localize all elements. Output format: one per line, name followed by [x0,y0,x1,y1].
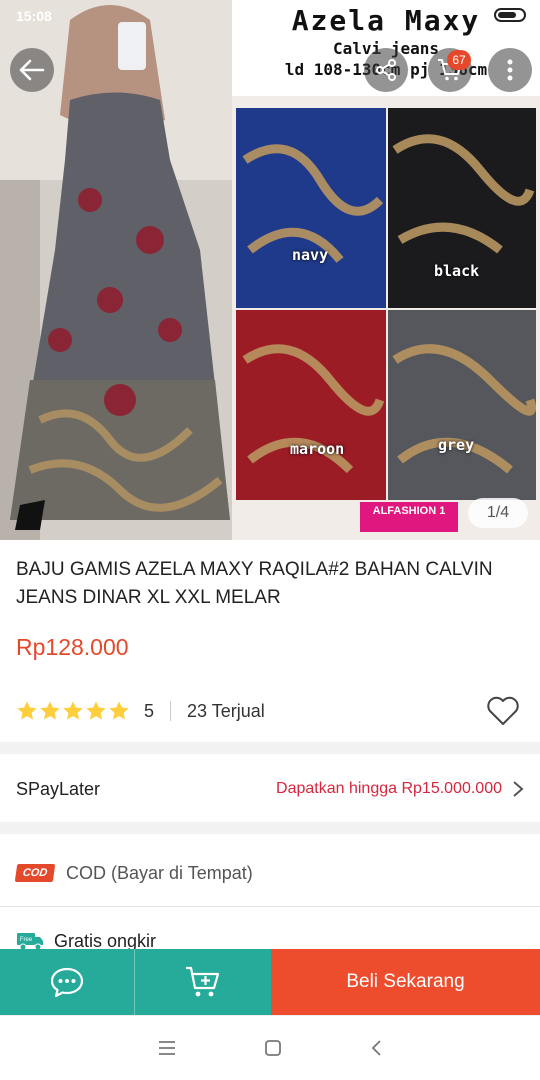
section-divider [0,822,540,834]
caption-title: Azela Maxy [291,4,481,37]
system-navigation-bar [0,1015,540,1080]
chat-button[interactable] [0,949,135,1015]
rating-row: 5 23 Terjual [16,696,524,726]
sold-count: 23 Terjual [187,700,265,721]
wishlist-button[interactable] [486,696,520,731]
star-icon [63,701,83,720]
cod-badge-icon: COD [14,864,56,882]
spaylater-row[interactable]: SPayLater Dapatkan hingga Rp15.000.000 [0,756,540,822]
spaylater-promo: Dapatkan hingga Rp15.000.000 [276,780,502,797]
star-icon [17,701,37,720]
image-counter: 1/4 [468,498,528,528]
more-options-button[interactable] [488,48,532,92]
back-arrow-icon[interactable] [370,1039,382,1057]
bottom-action-bar: Beli Sekarang [0,949,540,1015]
status-time: 15:08 [16,8,52,24]
back-button[interactable] [10,48,54,92]
star-icon [86,701,106,720]
cart-count-badge: 67 [447,50,471,70]
section-divider [0,742,540,754]
divider [170,701,172,721]
add-to-cart-icon [186,966,220,997]
divider [0,906,540,907]
heart-icon [487,696,519,725]
share-icon [376,59,396,81]
color-label-grey: grey [438,436,475,454]
brand-watermark: ALFASHION 1 [360,502,458,532]
product-image-carousel[interactable]: 15:08 4G Azela Maxy Calvi jeans ld 108-1… [0,0,540,540]
color-label-navy: navy [292,246,329,264]
product-price: Rp128.000 [16,634,129,660]
cod-row: COD COD (Bayar di Tempat) [14,856,253,890]
buy-now-button[interactable]: Beli Sekarang [271,949,540,1015]
cod-text: COD (Bayar di Tempat) [66,862,253,883]
arrow-left-icon [19,59,45,81]
home-square-icon[interactable] [264,1039,282,1057]
product-title: BAJU GAMIS AZELA MAXY RAQILA#2 BAHAN CAL… [16,559,493,608]
add-to-cart-button[interactable] [135,949,271,1015]
chevron-right-icon [513,781,524,797]
rating-stars [16,700,130,722]
star-icon [40,701,60,720]
free-icon-text: Free [20,937,33,943]
spaylater-label: SPayLater [16,778,101,799]
color-label-black: black [434,262,480,280]
chat-icon [50,967,84,998]
star-icon [109,701,129,720]
menu-icon[interactable] [158,1040,176,1056]
share-button[interactable] [364,48,408,92]
color-label-maroon: maroon [290,440,345,458]
rating-value: 5 [144,700,155,721]
kebab-menu-icon [507,59,513,81]
